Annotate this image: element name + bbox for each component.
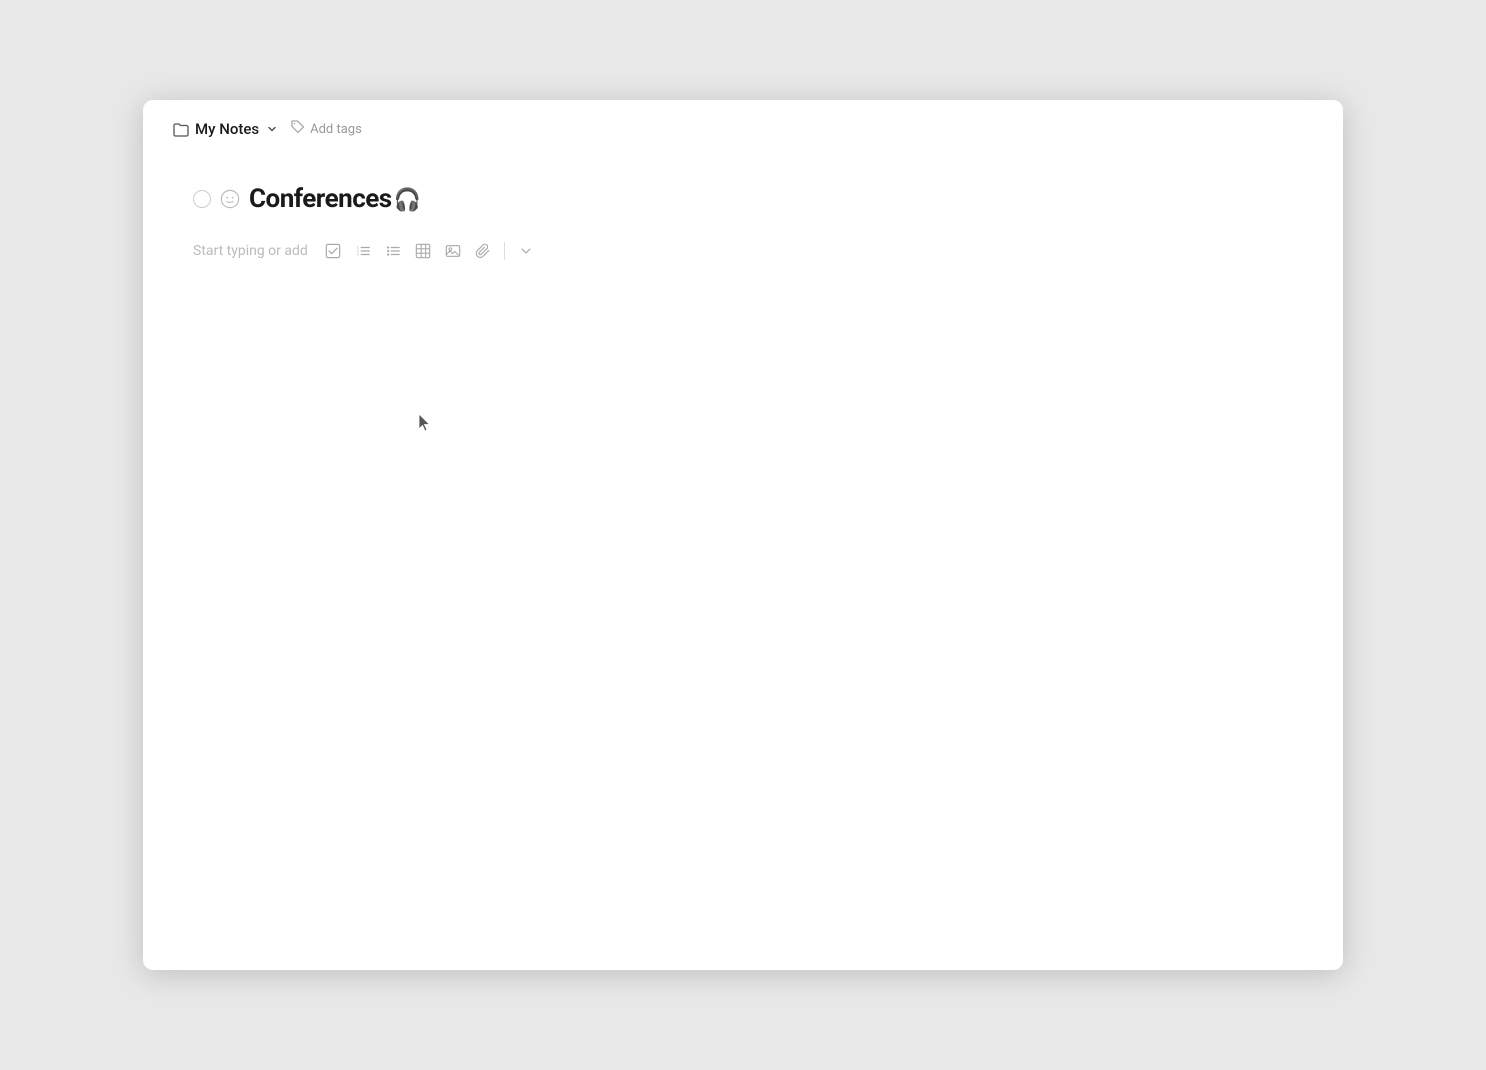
breadcrumb-bar: My Notes Add tags [143, 100, 1343, 154]
checkbox-toolbar-button[interactable] [320, 238, 346, 264]
svg-text:3: 3 [357, 252, 359, 256]
note-title: Conferences🎧 [249, 184, 421, 214]
emoji-picker-button[interactable] [219, 188, 241, 210]
typing-placeholder[interactable]: Start typing or add [193, 243, 308, 259]
title-row: Conferences🎧 [193, 184, 1293, 214]
chevron-down-icon [267, 124, 277, 134]
table-button[interactable] [410, 238, 436, 264]
add-tags-button[interactable]: Add tags [285, 118, 368, 140]
tag-icon [291, 120, 305, 138]
attachment-button[interactable] [470, 238, 496, 264]
folder-icon [173, 122, 189, 136]
toolbar-row: Start typing or add 1 2 3 [193, 234, 1293, 268]
status-circle[interactable] [193, 190, 211, 208]
mouse-cursor [418, 413, 432, 433]
main-content: Conferences🎧 Start typing or add 1 [143, 154, 1343, 970]
ordered-list-button[interactable]: 1 2 3 [350, 238, 376, 264]
add-tags-label: Add tags [310, 122, 362, 137]
image-button[interactable] [440, 238, 466, 264]
content-area[interactable] [193, 268, 1293, 940]
toolbar-more-button[interactable] [513, 238, 539, 264]
toolbar-divider [504, 242, 505, 260]
app-window: My Notes Add tags [143, 100, 1343, 970]
folder-label: My Notes [195, 120, 259, 138]
headphones-icon: 🎧 [394, 188, 421, 213]
unordered-list-button[interactable] [380, 238, 406, 264]
folder-breadcrumb[interactable]: My Notes [173, 120, 277, 138]
